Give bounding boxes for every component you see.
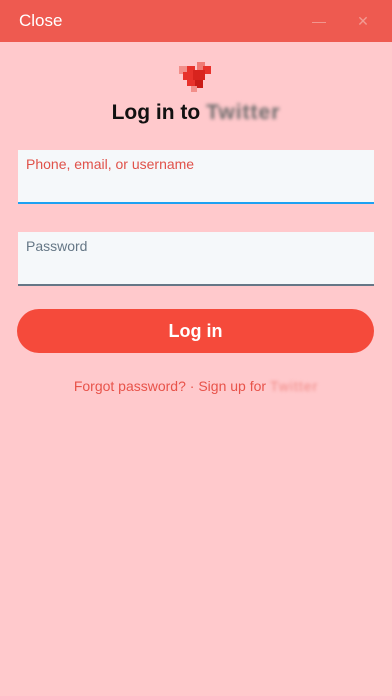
sign-up-brand: Twitter bbox=[269, 378, 319, 394]
phone-input[interactable] bbox=[26, 176, 366, 200]
close-button[interactable]: Close bbox=[19, 11, 62, 31]
close-x-icon[interactable]: ✕ bbox=[355, 13, 371, 29]
auth-links: Forgot password? · Sign up for Twitter bbox=[0, 378, 392, 394]
heart-logo-icon bbox=[179, 62, 213, 92]
brand-name: Twitter bbox=[206, 101, 281, 124]
password-input[interactable] bbox=[26, 258, 366, 282]
page-title: Log in to Twitter bbox=[0, 101, 392, 125]
sign-up-link[interactable]: Sign up for Twitter bbox=[198, 378, 318, 394]
sign-up-prefix: Sign up for bbox=[198, 378, 267, 394]
password-field-label: Password bbox=[26, 238, 88, 254]
forgot-password-link[interactable]: Forgot password? bbox=[74, 378, 186, 394]
page-title-prefix: Log in to bbox=[111, 101, 201, 124]
password-field[interactable]: Password bbox=[18, 232, 374, 286]
link-separator: · bbox=[189, 378, 195, 394]
top-bar: Close — ✕ bbox=[0, 0, 392, 42]
phone-email-username-field[interactable]: Phone, email, or username bbox=[18, 150, 374, 204]
login-button[interactable]: Log in bbox=[17, 309, 374, 353]
phone-field-label: Phone, email, or username bbox=[26, 156, 195, 172]
minus-icon[interactable]: — bbox=[311, 13, 327, 29]
